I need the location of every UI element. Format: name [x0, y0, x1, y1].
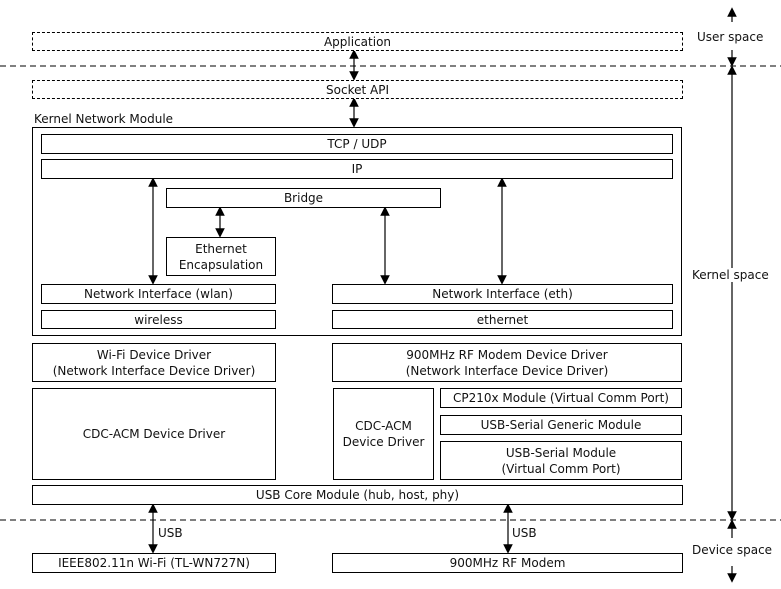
wifi-device-driver-box: Wi-Fi Device Driver (Network Interface D…: [32, 343, 276, 382]
device-space-label: Device space: [692, 543, 773, 557]
socket-api-box: Socket API: [32, 80, 683, 99]
usb-serial-module-box: USB-Serial Module (Virtual Comm Port): [440, 441, 682, 480]
user-space-label: User space: [697, 30, 764, 44]
architecture-diagram: Application Socket API Kernel Network Mo…: [0, 0, 781, 589]
rf-modem-box: 900MHz RF Modem: [332, 553, 683, 573]
ethernet-encapsulation-box: Ethernet Encapsulation: [166, 237, 276, 276]
network-interface-eth-box: Network Interface (eth): [332, 284, 673, 304]
usb-label-left: USB: [158, 526, 183, 540]
ethernet-box: ethernet: [332, 310, 673, 329]
cdc-acm-driver-right-box: CDC-ACM Device Driver: [333, 388, 434, 480]
wifi-device-box: IEEE802.11n Wi-Fi (TL-WN727N): [32, 553, 276, 573]
application-box: Application: [32, 32, 683, 51]
ip-box: IP: [41, 159, 673, 179]
kernel-module-label: Kernel Network Module: [34, 112, 174, 126]
tcp-udp-box: TCP / UDP: [41, 134, 673, 154]
kernel-space-label: Kernel space: [692, 268, 769, 282]
rf-modem-driver-box: 900MHz RF Modem Device Driver (Network I…: [332, 343, 682, 382]
usb-label-right: USB: [512, 526, 537, 540]
bridge-box: Bridge: [166, 188, 441, 208]
network-interface-wlan-box: Network Interface (wlan): [41, 284, 276, 304]
usb-serial-generic-box: USB-Serial Generic Module: [440, 415, 682, 435]
wireless-box: wireless: [41, 310, 276, 329]
cdc-acm-driver-left-box: CDC-ACM Device Driver: [32, 388, 276, 480]
usb-core-module-box: USB Core Module (hub, host, phy): [32, 485, 683, 505]
cp210x-module-box: CP210x Module (Virtual Comm Port): [440, 388, 682, 408]
